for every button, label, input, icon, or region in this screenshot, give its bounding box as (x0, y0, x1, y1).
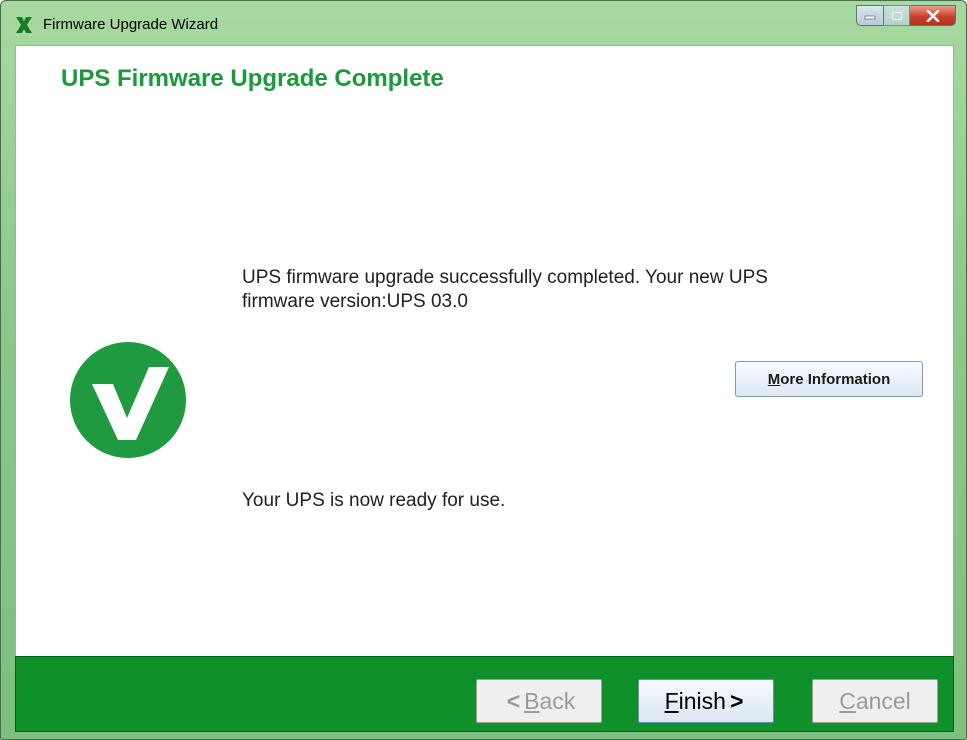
close-icon (926, 9, 939, 22)
cancel-label: ancel (855, 687, 911, 714)
window-title: Firmware Upgrade Wizard (43, 16, 219, 33)
upgrade-result-message: UPS firmware upgrade successfully comple… (242, 266, 882, 314)
maximize-button[interactable] (884, 5, 910, 26)
title-bar[interactable]: Firmware Upgrade Wizard (1, 1, 966, 45)
window-controls (856, 5, 956, 27)
more-information-button[interactable]: More Information (735, 361, 923, 397)
page-title: UPS Firmware Upgrade Complete (61, 65, 444, 92)
finish-mnemonic: F (664, 687, 679, 714)
back-mnemonic: B (524, 687, 540, 714)
button-bar: < Back Finish > Cancel (15, 656, 954, 732)
wizard-content-panel: UPS Firmware Upgrade Complete UPS firmwa… (15, 45, 954, 657)
finish-label: inish (678, 687, 726, 714)
cancel-button[interactable]: Cancel (812, 679, 938, 723)
finish-arrow-icon: > (729, 687, 744, 714)
more-information-label: ore Information (780, 370, 891, 388)
minimize-button[interactable] (856, 5, 884, 26)
more-information-mnemonic: M (767, 370, 781, 388)
maximize-icon (891, 11, 902, 20)
back-label: ack (539, 687, 576, 714)
message-line-1: UPS firmware upgrade successfully comple… (242, 267, 768, 288)
back-arrow-icon: < (506, 687, 521, 714)
cancel-mnemonic: C (839, 687, 856, 714)
app-logo-icon (16, 17, 32, 33)
check-circle-icon (70, 342, 186, 458)
back-button[interactable]: < Back (476, 679, 602, 723)
message-line-2: firmware version:UPS 03.0 (242, 291, 468, 312)
ready-message: Your UPS is now ready for use. (242, 490, 506, 511)
wizard-window: Firmware Upgrade Wizard UPS Firmware Upg… (0, 0, 967, 740)
close-button[interactable] (910, 5, 956, 26)
finish-button[interactable]: Finish > (638, 679, 774, 723)
minimize-icon (864, 15, 876, 19)
